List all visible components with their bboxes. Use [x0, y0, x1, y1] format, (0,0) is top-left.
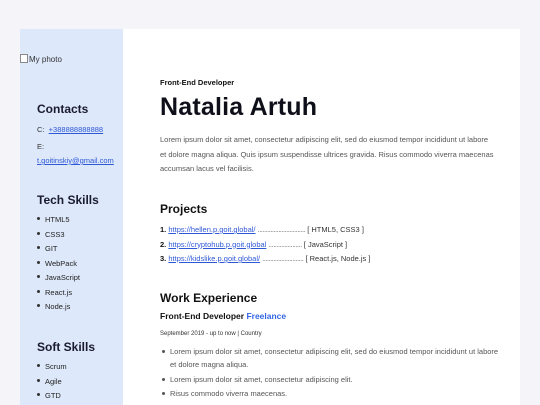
about-text: Lorem ipsum dolor sit amet, consectetur …	[160, 135, 494, 173]
list-item: WebPack	[37, 257, 80, 272]
project-number: 2.	[160, 239, 167, 249]
list-item: CSS3	[37, 228, 80, 243]
duty-item: Lorem ipsum dolor sit amet, consectetur …	[160, 345, 505, 371]
person-name: Natalia Artuh	[160, 93, 318, 121]
project-link[interactable]: https://cryptohub.p.goit.global	[168, 240, 266, 249]
list-item: JavaScript	[37, 271, 80, 286]
projects-heading: Projects	[160, 202, 208, 216]
leader-dots: .....................	[268, 239, 302, 249]
list-item: React.js	[37, 286, 80, 301]
phone-row: C: +388888888888	[37, 125, 103, 134]
project-link[interactable]: https://kidslike.p.goit.global/	[168, 254, 260, 263]
project-tech: [ React.js, Node.js ]	[305, 254, 371, 263]
project-item: 1. https://hellen.p.goit.global/ .......…	[160, 223, 370, 238]
profile-photo: My photo	[20, 54, 62, 64]
job-period: September 2019 - up to now | Country	[160, 331, 262, 337]
list-item: GTD	[37, 389, 67, 404]
phone-link[interactable]: +388888888888	[49, 125, 103, 134]
soft-skills-list: Scrum Agile GTD	[37, 360, 67, 404]
project-number: 1.	[160, 225, 167, 234]
leader-dots: ..........................	[262, 254, 304, 263]
list-item: Agile	[37, 375, 67, 390]
phone-label: C:	[37, 125, 45, 134]
sidebar: My photo Contacts C: +388888888888 E: t.…	[20, 29, 123, 405]
job-company: Freelance	[246, 311, 287, 321]
project-tech: [ JavaScript ]	[303, 239, 348, 249]
broken-image-icon	[20, 54, 28, 63]
project-number: 3.	[160, 254, 167, 263]
projects-list: 1. https://hellen.p.goit.global/ .......…	[160, 223, 370, 267]
job-position: Front-End Developer	[160, 311, 245, 321]
duties-list: Lorem ipsum dolor sit amet, consectetur …	[160, 345, 505, 402]
project-item: 3. https://kidslike.p.goit.global/ .....…	[160, 252, 370, 267]
duty-item: Risus commodo viverra maecenas.	[160, 387, 505, 400]
duty-item: Lorem ipsum dolor sit amet, consectetur …	[160, 373, 505, 386]
list-item: Node.js	[37, 300, 80, 315]
project-tech: [ HTML5, CSS3 ]	[307, 225, 364, 234]
tech-skills-list: HTML5 CSS3 GIT WebPack JavaScript React.…	[37, 213, 80, 315]
project-link[interactable]: https://hellen.p.goit.global/	[168, 225, 255, 234]
tech-skills-heading: Tech Skills	[37, 193, 99, 207]
project-item: 2. https://cryptohub.p.goit.global .....…	[160, 238, 370, 253]
leader-dots: ..............................	[257, 225, 306, 234]
soft-skills-heading: Soft Skills	[37, 340, 96, 354]
job-title: Front-End Developer Freelance	[160, 311, 286, 321]
list-item: Scrum	[37, 360, 67, 375]
role-title: Front-End Developer	[160, 78, 235, 87]
list-item: GIT	[37, 242, 80, 257]
email-link[interactable]: t.goitinskiy@gmail.com	[37, 156, 114, 165]
contacts-heading: Contacts	[37, 102, 89, 116]
photo-alt-text: My photo	[29, 55, 62, 64]
email-row: t.goitinskiy@gmail.com	[37, 156, 114, 165]
resume-page: My photo Contacts C: +388888888888 E: t.…	[20, 29, 520, 405]
email-label: E:	[37, 142, 45, 151]
experience-heading: Work Experience	[160, 291, 258, 305]
list-item: HTML5	[37, 213, 80, 228]
